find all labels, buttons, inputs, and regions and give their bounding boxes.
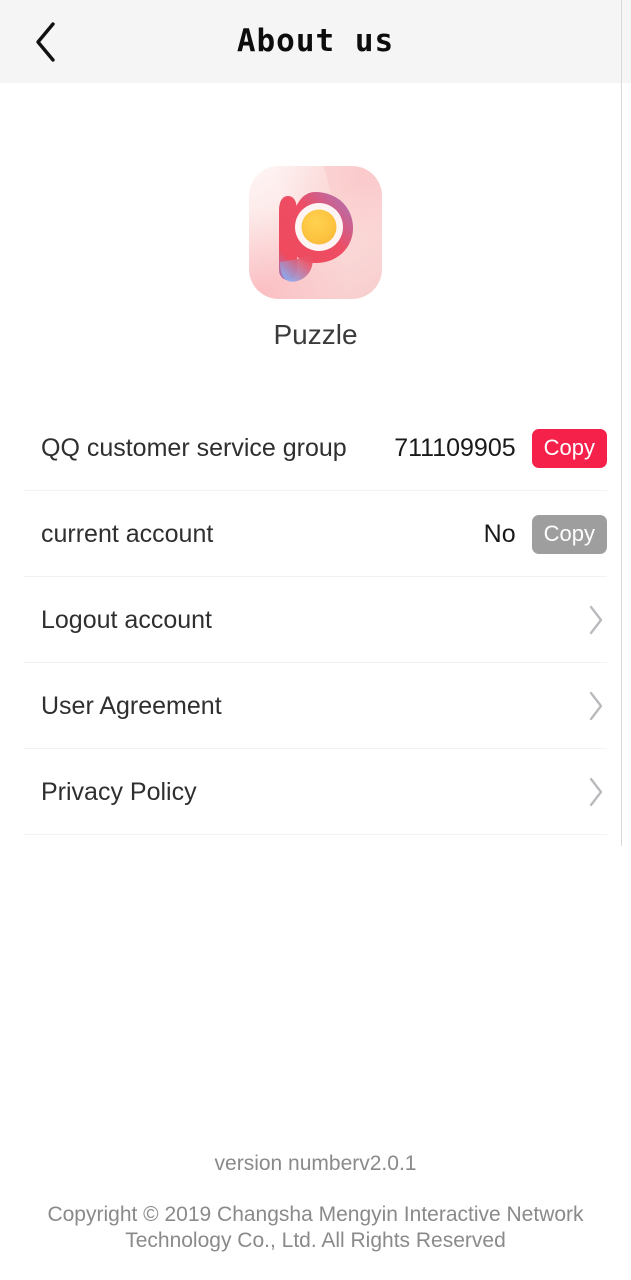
row-right	[585, 774, 607, 810]
row-user-agreement[interactable]: User Agreement	[0, 663, 631, 749]
about-us-screen: About us Puzzle QQ customer service grou…	[0, 0, 631, 1280]
row-label: current account	[41, 519, 214, 548]
copy-current-account-button[interactable]: Copy	[531, 514, 607, 554]
chevron-right-icon	[585, 774, 607, 810]
puzzle-app-logo-icon	[249, 166, 382, 299]
app-version: version numberv2.0.1	[214, 1151, 417, 1175]
row-right: No Copy	[483, 514, 607, 554]
brand-block: Puzzle	[0, 83, 631, 349]
back-button[interactable]	[14, 0, 76, 83]
app-name: Puzzle	[273, 319, 358, 350]
row-privacy-policy[interactable]: Privacy Policy	[0, 749, 631, 835]
row-right: 711109905 Copy	[394, 428, 607, 468]
chevron-right-icon	[585, 602, 607, 638]
row-logout-account[interactable]: Logout account	[0, 577, 631, 663]
copyright-text: Copyright © 2019 Changsha Mengyin Intera…	[47, 1202, 584, 1252]
row-right	[585, 602, 607, 638]
chevron-left-icon	[32, 20, 58, 64]
page-title: About us	[236, 23, 395, 59]
row-label: User Agreement	[41, 691, 222, 720]
row-label: Logout account	[41, 605, 212, 634]
copy-qq-group-button[interactable]: Copy	[531, 428, 607, 468]
footer: version numberv2.0.1 Copyright © 2019 Ch…	[0, 1153, 631, 1255]
qq-group-value: 711109905	[394, 433, 516, 462]
chevron-right-icon	[585, 688, 607, 724]
row-label: QQ customer service group	[41, 433, 347, 462]
current-account-value: No	[483, 519, 516, 548]
settings-list: QQ customer service group 711109905 Copy…	[0, 405, 631, 835]
row-right	[585, 688, 607, 724]
row-qq-customer-service-group: QQ customer service group 711109905 Copy	[0, 405, 631, 491]
row-current-account: current account No Copy	[0, 491, 631, 577]
app-header: About us	[0, 0, 631, 83]
row-label: Privacy Policy	[41, 777, 197, 806]
